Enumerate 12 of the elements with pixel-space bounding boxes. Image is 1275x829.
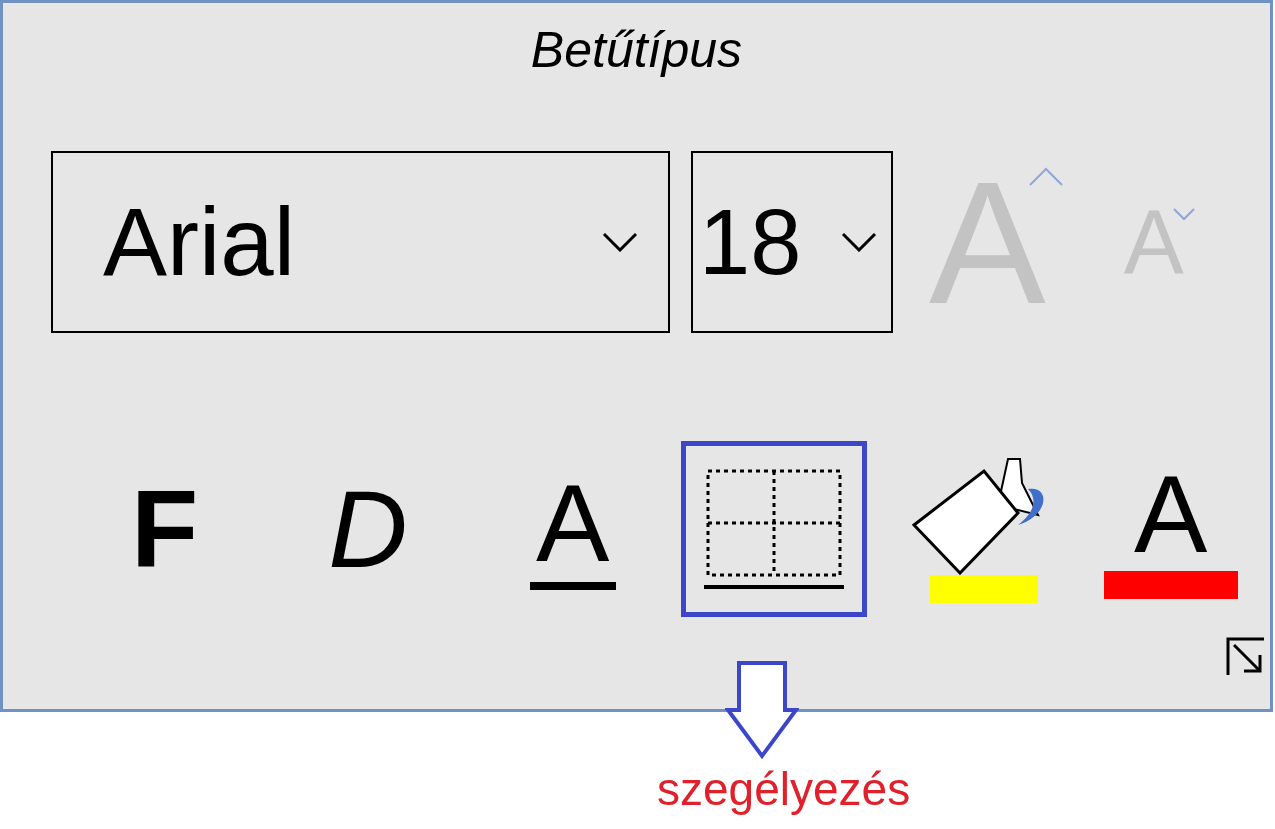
font-color-button[interactable]: A [1080, 441, 1261, 617]
dialog-launcher-icon[interactable] [1226, 637, 1266, 677]
group-title: Betűtípus [530, 25, 743, 75]
bold-button[interactable]: F [108, 441, 222, 617]
borders-button[interactable] [680, 441, 867, 617]
down-arrow-icon [725, 660, 799, 760]
italic-button[interactable]: D [305, 441, 431, 617]
chevron-down-icon [602, 232, 638, 252]
font-name-dropdown[interactable]: Arial [51, 151, 670, 333]
underline-button[interactable]: A [506, 441, 639, 617]
chevron-down-icon [841, 232, 877, 252]
font-size-dropdown[interactable]: 18 [691, 151, 893, 333]
